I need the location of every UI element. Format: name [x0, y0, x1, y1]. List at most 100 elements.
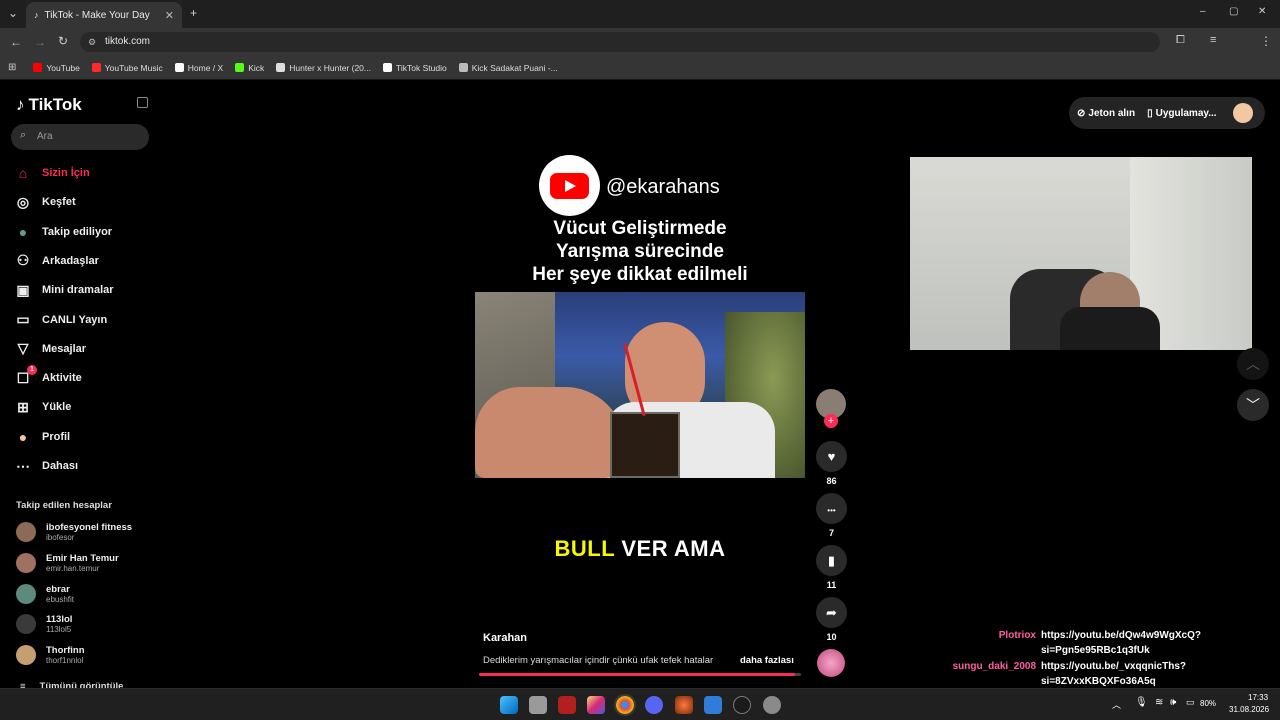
action-count: 10	[826, 632, 837, 642]
wifi-icon[interactable]: ≋	[1155, 697, 1163, 708]
share-button[interactable]: ➦	[816, 597, 847, 628]
following-title: Takip edilen hesaplar	[16, 500, 112, 511]
sidebar-item-3[interactable]: ⚇ Arkadaşlar	[14, 252, 99, 270]
site-info-icon[interactable]: ⚙	[88, 32, 96, 52]
sidebar-item-9[interactable]: ● Profil	[14, 428, 70, 446]
coin-icon: ⊘	[1077, 107, 1086, 119]
progress-track[interactable]	[479, 673, 801, 676]
menu-icon[interactable]: ⋮	[1260, 34, 1272, 48]
account-name: ibofesyonel fitness	[46, 522, 133, 533]
forward-icon[interactable]: →	[34, 35, 46, 49]
search-icon: ⌕	[20, 129, 27, 141]
title-line: Vücut Geliştirmede	[553, 218, 727, 239]
bookmark-item[interactable]: YouTube Music	[87, 63, 168, 73]
chat-message-cont: si=Pgn5e95RBc1q3fUk	[1041, 645, 1150, 656]
profile-avatar-icon: ●	[18, 428, 28, 445]
like-button[interactable]: ♥	[816, 441, 847, 472]
action-count: 7	[828, 528, 834, 538]
sidebar-item-0[interactable]: ⌂ Sizin İçin	[14, 164, 90, 182]
sidebar-item-label: CANLI Yayın	[42, 313, 108, 326]
battery-icon[interactable]: ▭	[1186, 697, 1195, 708]
video-title: Vücut Geliştirmede Yarışma sürecinde Her ş…	[475, 217, 805, 286]
reload-icon[interactable]: ↻	[58, 34, 68, 48]
browser-tab[interactable]: ♪ TikTok - Make Your Day ✕	[26, 2, 182, 28]
sound-disc-icon[interactable]	[817, 649, 845, 677]
tray-chevron-icon[interactable]: ︿	[1112, 698, 1121, 711]
instagram-icon[interactable]	[587, 696, 605, 714]
following-account[interactable]: Thorfinn thorf1nnlol	[16, 645, 85, 666]
new-tab-icon[interactable]: +	[190, 6, 197, 20]
sidebar-item-10[interactable]: ⋯ Dahası	[14, 457, 78, 475]
sidebar-item-6[interactable]: ▽ Mesajlar	[14, 340, 86, 358]
app-icon[interactable]	[558, 696, 576, 714]
bookmark-item[interactable]: Home / X	[170, 63, 228, 73]
sidebar-item-7[interactable]: ☐ Aktivite 1	[14, 365, 82, 387]
chrome-icon[interactable]	[614, 694, 636, 716]
get-app-button[interactable]: Uygulamay...	[1156, 108, 1217, 119]
see-all-link[interactable]: ≡ Tümünü görüntüle	[20, 681, 123, 688]
bookmark-item[interactable]: Kick Sadakat Puani -...	[454, 63, 563, 73]
previous-video-button[interactable]: ︿	[1237, 348, 1269, 380]
close-tab-icon[interactable]: ✕	[165, 9, 174, 22]
battery-percent: 80%	[1200, 699, 1217, 708]
bookmark-item[interactable]: TikTok Studio	[378, 63, 452, 73]
bookmark-item[interactable]: Kick	[230, 63, 269, 73]
bookmark-item[interactable]: Hunter x Hunter (20...	[271, 63, 376, 73]
avatar	[16, 645, 36, 666]
account-handle: ibofesor	[46, 533, 75, 542]
tab-list-icon[interactable]: ⌄	[8, 6, 18, 20]
clock-date[interactable]: 31.08.2026	[1229, 705, 1269, 714]
collapse-sidebar-icon[interactable]	[137, 97, 148, 108]
stream-chat: Plotriox https://youtu.be/dQw4w9WgXcQ? si=…	[940, 630, 1240, 688]
user-avatar[interactable]	[1233, 103, 1253, 123]
apps-grid-icon[interactable]: ⊞	[8, 62, 16, 73]
account-name: Emir Han Temur	[46, 552, 119, 564]
next-video-button[interactable]: ﹀	[1237, 389, 1269, 421]
video-player[interactable]: @ekarahans Vücut Geliştirmede Yarışma sür…	[475, 145, 805, 676]
video-author[interactable]: Karahan	[483, 632, 527, 644]
steam-icon[interactable]	[733, 696, 751, 714]
media-controls-icon[interactable]: ≡	[1210, 34, 1216, 46]
following-account[interactable]: Emir Han Temur emir.han.temur	[16, 552, 119, 573]
back-icon[interactable]: ←	[10, 35, 22, 49]
bookmark-favicon-icon	[458, 63, 468, 72]
sidebar-item-5[interactable]: ▭ CANLI Yayın	[14, 311, 107, 329]
clock-time[interactable]: 17:33	[1248, 693, 1268, 702]
search-input[interactable]: ⌕ Ara	[11, 124, 149, 150]
follow-plus-icon[interactable]: +	[824, 414, 838, 428]
shield-icon[interactable]	[704, 696, 722, 714]
avatar	[16, 583, 36, 604]
app-icon-2[interactable]	[675, 696, 693, 714]
following-account[interactable]: ibofesyonel fitness ibofesor	[16, 522, 132, 542]
comment-button[interactable]: •••	[816, 493, 847, 524]
phone-icon: ▯	[1147, 107, 1153, 119]
title-line: Her şeye dikkat edilmeli	[532, 264, 748, 285]
bookmark-item[interactable]: YouTube	[28, 63, 84, 73]
sidebar-item-4[interactable]: ▣ Mini dramalar	[14, 281, 113, 299]
discord-icon[interactable]	[645, 696, 663, 714]
following-account[interactable]: 113lol 113lol5	[16, 614, 72, 635]
webcam-overlay	[910, 157, 1252, 350]
close-window-icon[interactable]: ✕	[1258, 6, 1266, 17]
microphone-icon[interactable]: 🎙	[1135, 697, 1148, 708]
start-icon[interactable]	[500, 696, 518, 714]
bookmark-label: YouTube	[46, 62, 80, 73]
extensions-icon[interactable]: ⧠	[1176, 34, 1185, 47]
sidebar-item-1[interactable]: ◎ Keşfet	[14, 193, 76, 211]
volume-icon[interactable]: 🕪	[1170, 697, 1176, 708]
minimize-icon[interactable]: –	[1200, 6, 1206, 17]
tiktok-logo[interactable]: ♪ TikTok	[16, 95, 82, 115]
file-manager-icon[interactable]	[529, 696, 547, 714]
sidebar-item-2[interactable]: ● Takip ediliyor	[14, 223, 112, 241]
following-account[interactable]: ebrar ebushfit	[16, 583, 75, 604]
get-coins-button[interactable]: Jeton alın	[1088, 108, 1135, 119]
save-button[interactable]: ▮	[816, 545, 847, 576]
settings-icon[interactable]	[763, 696, 781, 714]
sidebar-item-8[interactable]: ⊞ Yükle	[14, 398, 71, 416]
account-handle: ebushfit	[46, 594, 75, 604]
address-bar[interactable]: ⚙ tiktok.com	[80, 32, 1160, 52]
chat-message-cont: si=8ZVxxKBQXFo36A5q	[1041, 676, 1156, 687]
chat-username: Plotriox	[998, 630, 1036, 641]
maximize-icon[interactable]: ▢	[1229, 6, 1238, 17]
more-link[interactable]: daha fazlası	[740, 655, 794, 666]
